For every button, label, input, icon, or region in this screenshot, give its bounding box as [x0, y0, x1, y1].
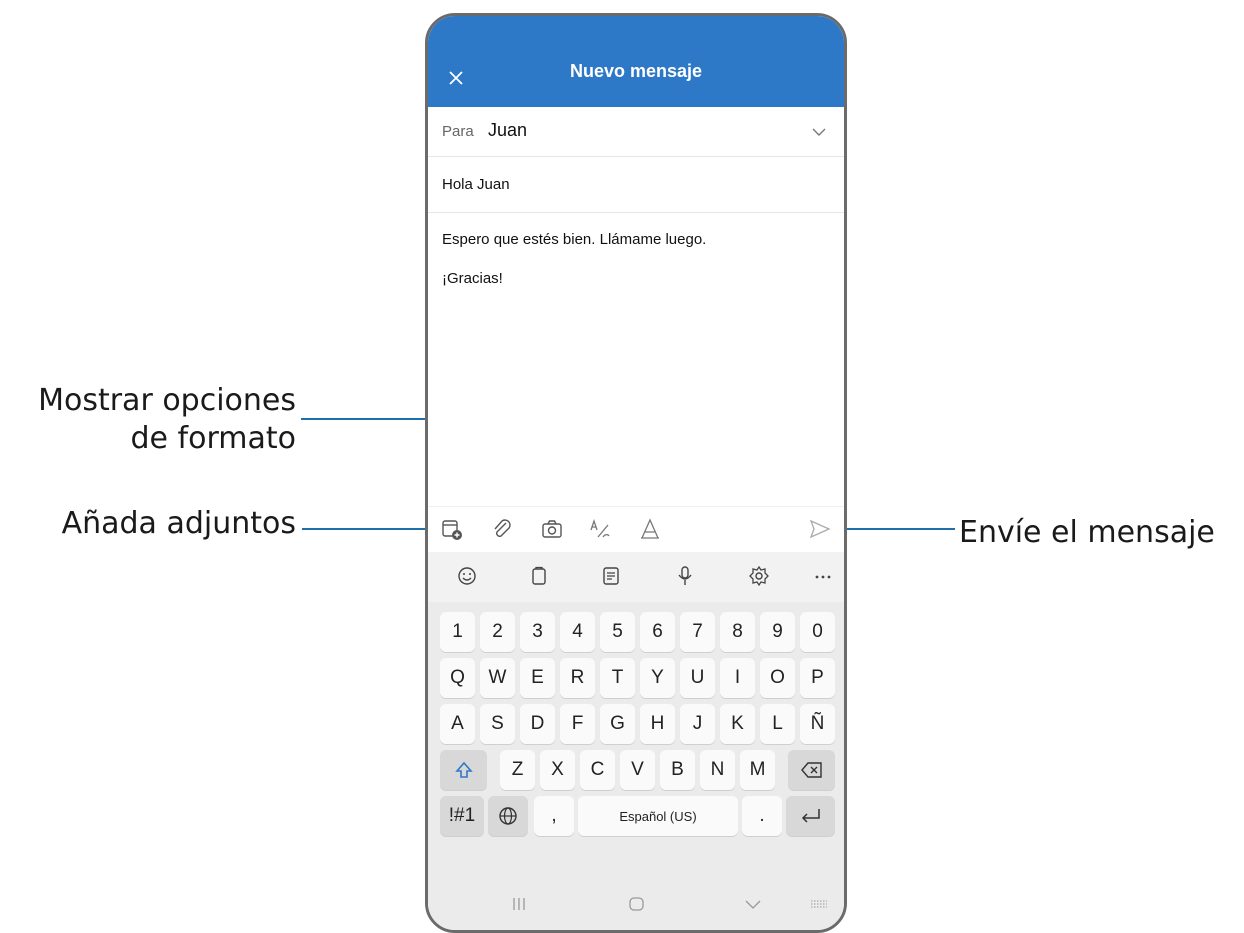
backspace-key[interactable]	[788, 750, 835, 790]
enter-key[interactable]	[786, 796, 835, 836]
recipient-label: Para	[442, 123, 474, 140]
key[interactable]: C	[580, 750, 615, 790]
key[interactable]: 7	[680, 612, 715, 652]
symbols-key-label: !#1	[448, 805, 476, 826]
recipient-value[interactable]: Juan	[488, 120, 527, 141]
key[interactable]: L	[760, 704, 795, 744]
key[interactable]: P	[800, 658, 835, 698]
key[interactable]: V	[620, 750, 655, 790]
globe-icon	[499, 807, 517, 825]
comma-key[interactable]: ,	[534, 796, 574, 836]
format-text-icon[interactable]	[588, 517, 612, 541]
key[interactable]: I	[720, 658, 755, 698]
recent-apps-icon[interactable]	[510, 896, 528, 912]
key[interactable]: Y	[640, 658, 675, 698]
subject-row[interactable]: Hola Juan	[428, 157, 844, 213]
key[interactable]: 9	[760, 612, 795, 652]
message-body-line2[interactable]: ¡Gracias!	[442, 270, 503, 287]
key[interactable]: T	[600, 658, 635, 698]
key[interactable]: M	[740, 750, 775, 790]
shift-icon	[454, 761, 473, 778]
font-style-icon[interactable]	[638, 517, 662, 541]
phone-frame: Nuevo mensaje Para Juan Hola Juan Espero…	[425, 13, 847, 933]
hide-keyboard-icon[interactable]	[744, 896, 762, 912]
key[interactable]: Z	[500, 750, 535, 790]
keyboard-mode-icon[interactable]	[600, 565, 622, 587]
key[interactable]: O	[760, 658, 795, 698]
enter-icon	[801, 809, 820, 823]
key[interactable]: H	[640, 704, 675, 744]
period-key[interactable]: .	[742, 796, 782, 836]
attach-file-icon[interactable]	[440, 517, 464, 541]
recipient-row[interactable]: Para Juan	[428, 107, 844, 157]
page-title: Nuevo mensaje	[569, 61, 703, 81]
key[interactable]: G	[600, 704, 635, 744]
keyboard-icon[interactable]	[808, 896, 830, 912]
home-icon[interactable]	[628, 896, 646, 912]
key[interactable]: B	[660, 750, 695, 790]
key[interactable]: J	[680, 704, 715, 744]
keyboard: 1 2 3 4 5 6 7 8 9 0 Q W E R T Y U I O P …	[428, 602, 844, 876]
key[interactable]: Ñ	[800, 704, 835, 744]
key[interactable]: 0	[800, 612, 835, 652]
send-icon[interactable]	[808, 517, 832, 541]
key[interactable]: D	[520, 704, 555, 744]
emoji-icon[interactable]	[456, 565, 478, 587]
key[interactable]: R	[560, 658, 595, 698]
app-header: Nuevo mensaje	[428, 16, 844, 107]
message-body-line1[interactable]: Espero que estés bien. Llámame luego.	[442, 231, 706, 248]
key[interactable]: F	[560, 704, 595, 744]
subject-field[interactable]: Hola Juan	[442, 176, 510, 193]
camera-icon[interactable]	[540, 517, 564, 541]
backspace-icon	[800, 762, 822, 778]
key[interactable]: 6	[640, 612, 675, 652]
key[interactable]: 8	[720, 612, 755, 652]
system-nav-bar	[428, 876, 844, 930]
symbols-key[interactable]: !#1	[440, 796, 484, 836]
key[interactable]: K	[720, 704, 755, 744]
key[interactable]: Q	[440, 658, 475, 698]
space-bar[interactable]: Español (US)	[578, 796, 738, 836]
key[interactable]: X	[540, 750, 575, 790]
shift-key[interactable]	[440, 750, 487, 790]
microphone-icon[interactable]	[674, 565, 696, 587]
clipboard-icon[interactable]	[528, 565, 550, 587]
key[interactable]: 2	[480, 612, 515, 652]
key[interactable]: S	[480, 704, 515, 744]
key[interactable]: N	[700, 750, 735, 790]
key[interactable]: E	[520, 658, 555, 698]
space-bar-label: Español (US)	[619, 808, 697, 824]
key[interactable]: W	[480, 658, 515, 698]
key[interactable]: U	[680, 658, 715, 698]
keyboard-toolbar	[428, 552, 844, 602]
language-key[interactable]	[488, 796, 528, 836]
key[interactable]: 3	[520, 612, 555, 652]
more-options-icon[interactable]	[812, 565, 834, 587]
gear-icon[interactable]	[748, 565, 770, 587]
key[interactable]: A	[440, 704, 475, 744]
key[interactable]: 5	[600, 612, 635, 652]
paperclip-icon[interactable]	[490, 517, 514, 541]
key[interactable]: 4	[560, 612, 595, 652]
compose-toolbar	[428, 506, 844, 552]
chevron-down-icon[interactable]	[812, 127, 826, 137]
key[interactable]: 1	[440, 612, 475, 652]
